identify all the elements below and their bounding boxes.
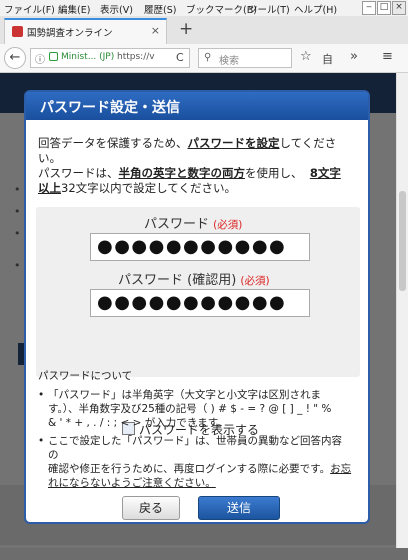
- dialog-title: パスワード設定・送信: [40, 100, 180, 116]
- bottom-strip: [0, 548, 408, 560]
- dialog-intro: 回答データを保護するため、パスワードを設定してくださ い。 パスワードは、半角の…: [38, 136, 358, 196]
- search-placeholder: 検索: [219, 56, 239, 67]
- note-emphasis: れにならないようご注意ください。: [48, 477, 216, 489]
- note-line: 「パスワード」は半角英字（大文字と小文字は区別されま: [48, 389, 321, 401]
- menu-history[interactable]: 履歴(S): [144, 2, 176, 16]
- url-bar[interactable]: ⓘ Minist... (JP) https://v: [30, 48, 190, 68]
- intro-text-part: を使用し、: [245, 166, 303, 180]
- lock-icon: [49, 52, 58, 61]
- intro-emphasis: 8文字: [309, 166, 341, 180]
- tab-close-icon[interactable]: ×: [151, 24, 160, 37]
- menu-bookmarks[interactable]: ブックマーク(B): [186, 2, 257, 16]
- password-confirm-label-text: パスワード (確認用): [118, 273, 237, 288]
- required-badge: (必須): [213, 219, 243, 231]
- password-confirm-label: パスワード (確認用) (必須): [118, 269, 270, 288]
- intro-text-part: 回答データを保護するため、: [38, 136, 188, 150]
- send-button[interactable]: 送信: [198, 496, 280, 520]
- password-label: パスワード (必須): [144, 213, 242, 232]
- intro-emphasis: 半角の英字と数字の両方: [118, 166, 246, 180]
- note-line: す。）、半角数字及び25種の記号（ ) # $ - = ? @ [ ] _ ! …: [48, 403, 332, 415]
- navigation-bar: ← ⓘ Minist... (JP) https://v C ⚲ 検索 ☆ 自 …: [0, 44, 408, 73]
- password-confirm-input[interactable]: ●●●●●●●●●●●: [90, 289, 310, 317]
- bullet: •: [38, 389, 45, 401]
- password-dialog: パスワード設定・送信 回答データを保護するため、パスワードを設定してくださ い。…: [24, 90, 370, 524]
- back-button[interactable]: ←: [4, 47, 26, 69]
- tab-active[interactable]: 国勢調査オンライン ×: [4, 18, 167, 44]
- url-site-identity[interactable]: Minist... (JP): [61, 52, 114, 62]
- menu-edit[interactable]: 編集(E): [58, 2, 90, 16]
- new-tab-button[interactable]: +: [179, 19, 193, 39]
- page-scrollbar[interactable]: [396, 73, 408, 560]
- note-text: 「パスワード」は半角英字（大文字と小文字は区別されま す。）、半角数字及び25種…: [48, 388, 352, 430]
- hamburger-menu-icon[interactable]: ≡: [382, 49, 393, 64]
- menu-help[interactable]: ヘルプ(H): [294, 2, 337, 16]
- intro-text: 回答データを保護するため、パスワードを設定してくださ い。 パスワードは、半角の…: [38, 136, 358, 196]
- note-emphasis: お忘: [330, 463, 352, 475]
- tab-title: 国勢調査オンライン: [27, 28, 113, 39]
- intro-text-part: 32文字以内で設定してください。: [61, 181, 236, 195]
- menu-view[interactable]: 表示(V): [100, 2, 133, 16]
- back-button-dialog[interactable]: 戻る: [122, 496, 180, 520]
- scrollbar-thumb[interactable]: [399, 191, 406, 291]
- intro-text-part: してくださ: [279, 136, 337, 150]
- note-line: & ' * + , . / : ; < > が入力できます。: [48, 417, 228, 429]
- url-text[interactable]: https://v: [117, 52, 155, 62]
- notes-title: パスワードについて: [38, 370, 133, 382]
- search-input[interactable]: ⚲ 検索: [198, 48, 292, 68]
- menu-file[interactable]: ファイル(F): [4, 2, 55, 16]
- info-icon[interactable]: ⓘ: [35, 51, 45, 66]
- intro-emphasis: 以上: [38, 181, 61, 195]
- maximize-button[interactable]: □: [377, 1, 391, 15]
- library-icon[interactable]: 自: [322, 51, 333, 67]
- dialog-header: パスワード設定・送信: [26, 92, 368, 120]
- password-form: パスワード (必須) ●●●●●●●●●●● パスワード (確認用) (必須) …: [36, 207, 360, 377]
- menu-bar: ファイル(F) 編集(E) 表示(V) 履歴(S) ブックマーク(B) ツール(…: [0, 0, 408, 16]
- menu-tools[interactable]: ツール(T): [248, 2, 290, 16]
- overflow-icon[interactable]: »: [350, 49, 358, 64]
- note-text: ここで設定した「パスワード」は、世帯員の異動など回答内容の 確認や修正を行うため…: [48, 434, 352, 490]
- site-favicon-icon: [12, 26, 23, 37]
- bookmark-star-icon[interactable]: ☆: [300, 49, 312, 64]
- password-label-text: パスワード: [144, 217, 210, 232]
- required-badge: (必須): [240, 275, 270, 287]
- note-line: ここで設定した「パスワード」は、世帯員の異動など回答内容の: [48, 435, 342, 461]
- minimize-button[interactable]: ‒: [362, 1, 376, 15]
- note-line: 確認や修正を行うために、再度ログインする際に必要です。: [48, 463, 331, 475]
- bullet: •: [38, 435, 45, 447]
- intro-text-part: パスワードは、: [38, 166, 119, 180]
- reload-icon[interactable]: C: [176, 51, 184, 64]
- intro-text-part: い。: [38, 151, 61, 165]
- search-icon: ⚲: [204, 52, 212, 63]
- password-input[interactable]: ●●●●●●●●●●●: [90, 233, 310, 261]
- tab-strip: 国勢調査オンライン × +: [0, 16, 408, 45]
- close-window-button[interactable]: ×: [392, 1, 406, 15]
- intro-emphasis: パスワードを設定: [187, 136, 280, 150]
